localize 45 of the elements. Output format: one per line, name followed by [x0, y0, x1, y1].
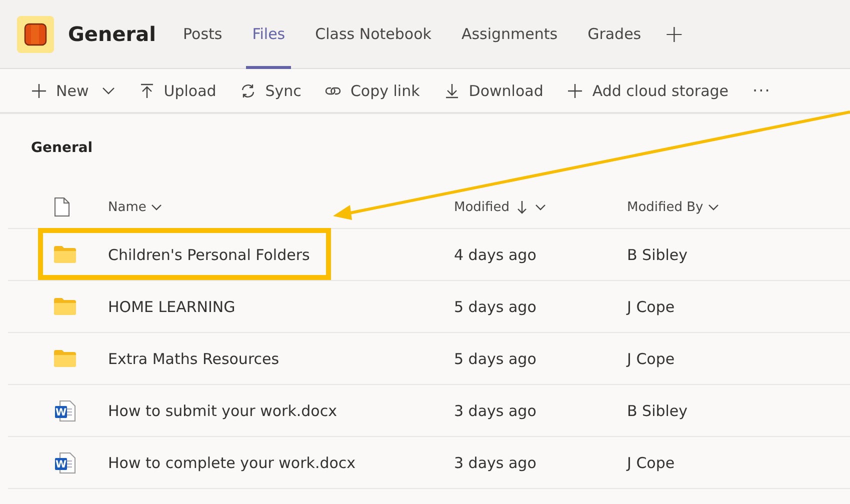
tab[interactable]: Class Notebook — [309, 0, 438, 68]
column-header[interactable]: Name — [108, 200, 162, 214]
breadcrumb: General — [31, 140, 94, 158]
toolbar-button[interactable]: New — [31, 82, 115, 100]
upload-icon — [138, 82, 155, 98]
modified-by: J Cope — [627, 298, 675, 316]
folder-icon — [54, 350, 76, 367]
column-header[interactable]: Modified — [454, 200, 546, 214]
plus-icon — [31, 82, 47, 98]
toolbar-button[interactable]: Upload — [138, 82, 216, 100]
add-tab-button[interactable]: + — [658, 19, 690, 49]
sync-icon — [240, 82, 256, 98]
toolbar-button[interactable]: Download — [444, 82, 544, 100]
modified-by: B Sibley — [627, 246, 688, 264]
channel-title: General — [68, 22, 156, 46]
folder-icon — [54, 298, 76, 315]
file-type-icon — [54, 197, 70, 217]
more-button[interactable]: ··· — [752, 81, 771, 100]
file-name[interactable]: How to submit your work.docx — [108, 402, 337, 420]
modified-date: 3 days ago — [454, 402, 536, 420]
modified-by: J Cope — [627, 454, 675, 472]
chevron-down-icon — [151, 204, 162, 210]
file-name[interactable]: HOME LEARNING — [108, 298, 236, 316]
modified-date: 5 days ago — [454, 298, 536, 316]
tab[interactable]: Assignments — [455, 0, 564, 68]
column-header[interactable]: Modified By — [627, 200, 720, 214]
modified-date: 5 days ago — [454, 350, 536, 368]
chevron-down-icon — [708, 204, 720, 210]
tab[interactable]: Grades — [582, 0, 648, 68]
file-name[interactable]: Children's Personal Folders — [108, 246, 310, 264]
folder-icon — [54, 246, 76, 263]
modified-by: J Cope — [627, 350, 675, 368]
download-icon — [444, 82, 460, 98]
toolbar-button[interactable]: Sync — [240, 82, 302, 100]
toolbar-button[interactable]: Add cloud storage — [567, 82, 729, 100]
modified-by: B Sibley — [627, 402, 688, 420]
modified-date: 4 days ago — [454, 246, 536, 264]
plus-icon — [567, 82, 584, 98]
team-logo-icon — [17, 16, 54, 52]
modified-date: 3 days ago — [454, 454, 536, 472]
chevron-down-icon — [535, 204, 546, 210]
toolbar-button[interactable]: Copy link — [325, 82, 420, 100]
file-name[interactable]: How to complete your work.docx — [108, 454, 356, 472]
tab[interactable]: Posts — [177, 0, 228, 68]
file-name[interactable]: Extra Maths Resources — [108, 350, 280, 368]
